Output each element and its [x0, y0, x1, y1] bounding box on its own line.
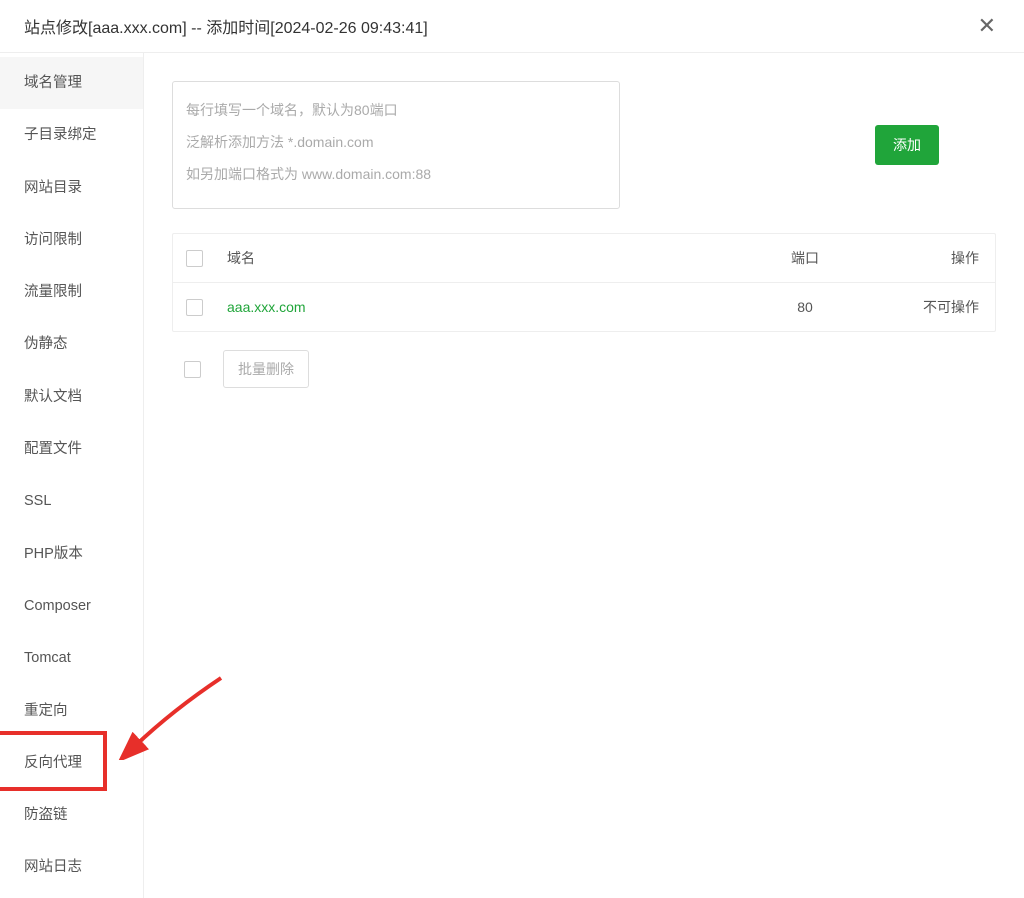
dialog-body: 域名管理子目录绑定网站目录访问限制流量限制伪静态默认文档配置文件SSLPHP版本…: [0, 53, 1024, 898]
sidebar-item-14[interactable]: 防盗链: [0, 789, 143, 841]
sidebar-item-13[interactable]: 反向代理: [0, 737, 143, 789]
domain-table: 域名 端口 操作 aaa.xxx.com 80不可操作: [173, 234, 995, 331]
col-header-action: 操作: [865, 234, 995, 283]
sidebar-item-0[interactable]: 域名管理: [0, 57, 143, 109]
sidebar-item-15[interactable]: 网站日志: [0, 841, 143, 893]
sidebar-item-10[interactable]: Composer: [0, 580, 143, 632]
col-header-port: 端口: [745, 234, 865, 283]
batch-row: 批量删除: [172, 350, 996, 388]
dialog-header: 站点修改[aaa.xxx.com] -- 添加时间[2024-02-26 09:…: [0, 0, 1024, 53]
sidebar: 域名管理子目录绑定网站目录访问限制流量限制伪静态默认文档配置文件SSLPHP版本…: [0, 53, 144, 898]
close-icon[interactable]: ✕: [970, 9, 1004, 43]
batch-delete-button[interactable]: 批量删除: [223, 350, 309, 388]
sidebar-item-1[interactable]: 子目录绑定: [0, 109, 143, 161]
row-checkbox[interactable]: [186, 299, 203, 316]
port-cell: 80: [745, 283, 865, 332]
action-cell: 不可操作: [865, 283, 995, 332]
sidebar-item-6[interactable]: 默认文档: [0, 371, 143, 423]
col-header-domain: 域名: [215, 234, 745, 283]
sidebar-item-11[interactable]: Tomcat: [0, 632, 143, 684]
batch-checkbox[interactable]: [184, 361, 201, 378]
content-panel: 添加 域名 端口 操作 aaa.xxx.com 80不可操作 批量删除: [144, 53, 1024, 898]
sidebar-item-8[interactable]: SSL: [0, 475, 143, 527]
domain-input-row: 添加: [172, 81, 996, 209]
table-row: aaa.xxx.com 80不可操作: [173, 283, 995, 332]
sidebar-item-7[interactable]: 配置文件: [0, 423, 143, 475]
table-header-row: 域名 端口 操作: [173, 234, 995, 283]
domain-cell[interactable]: aaa.xxx.com: [227, 299, 306, 315]
domain-table-wrap: 域名 端口 操作 aaa.xxx.com 80不可操作: [172, 233, 996, 332]
add-button[interactable]: 添加: [875, 125, 939, 165]
sidebar-item-9[interactable]: PHP版本: [0, 528, 143, 580]
sidebar-item-3[interactable]: 访问限制: [0, 214, 143, 266]
select-all-checkbox[interactable]: [186, 250, 203, 267]
sidebar-item-12[interactable]: 重定向: [0, 685, 143, 737]
dialog-title: 站点修改[aaa.xxx.com] -- 添加时间[2024-02-26 09:…: [24, 14, 428, 38]
domain-textarea[interactable]: [172, 81, 620, 209]
sidebar-item-5[interactable]: 伪静态: [0, 318, 143, 370]
sidebar-item-2[interactable]: 网站目录: [0, 162, 143, 214]
sidebar-item-4[interactable]: 流量限制: [0, 266, 143, 318]
